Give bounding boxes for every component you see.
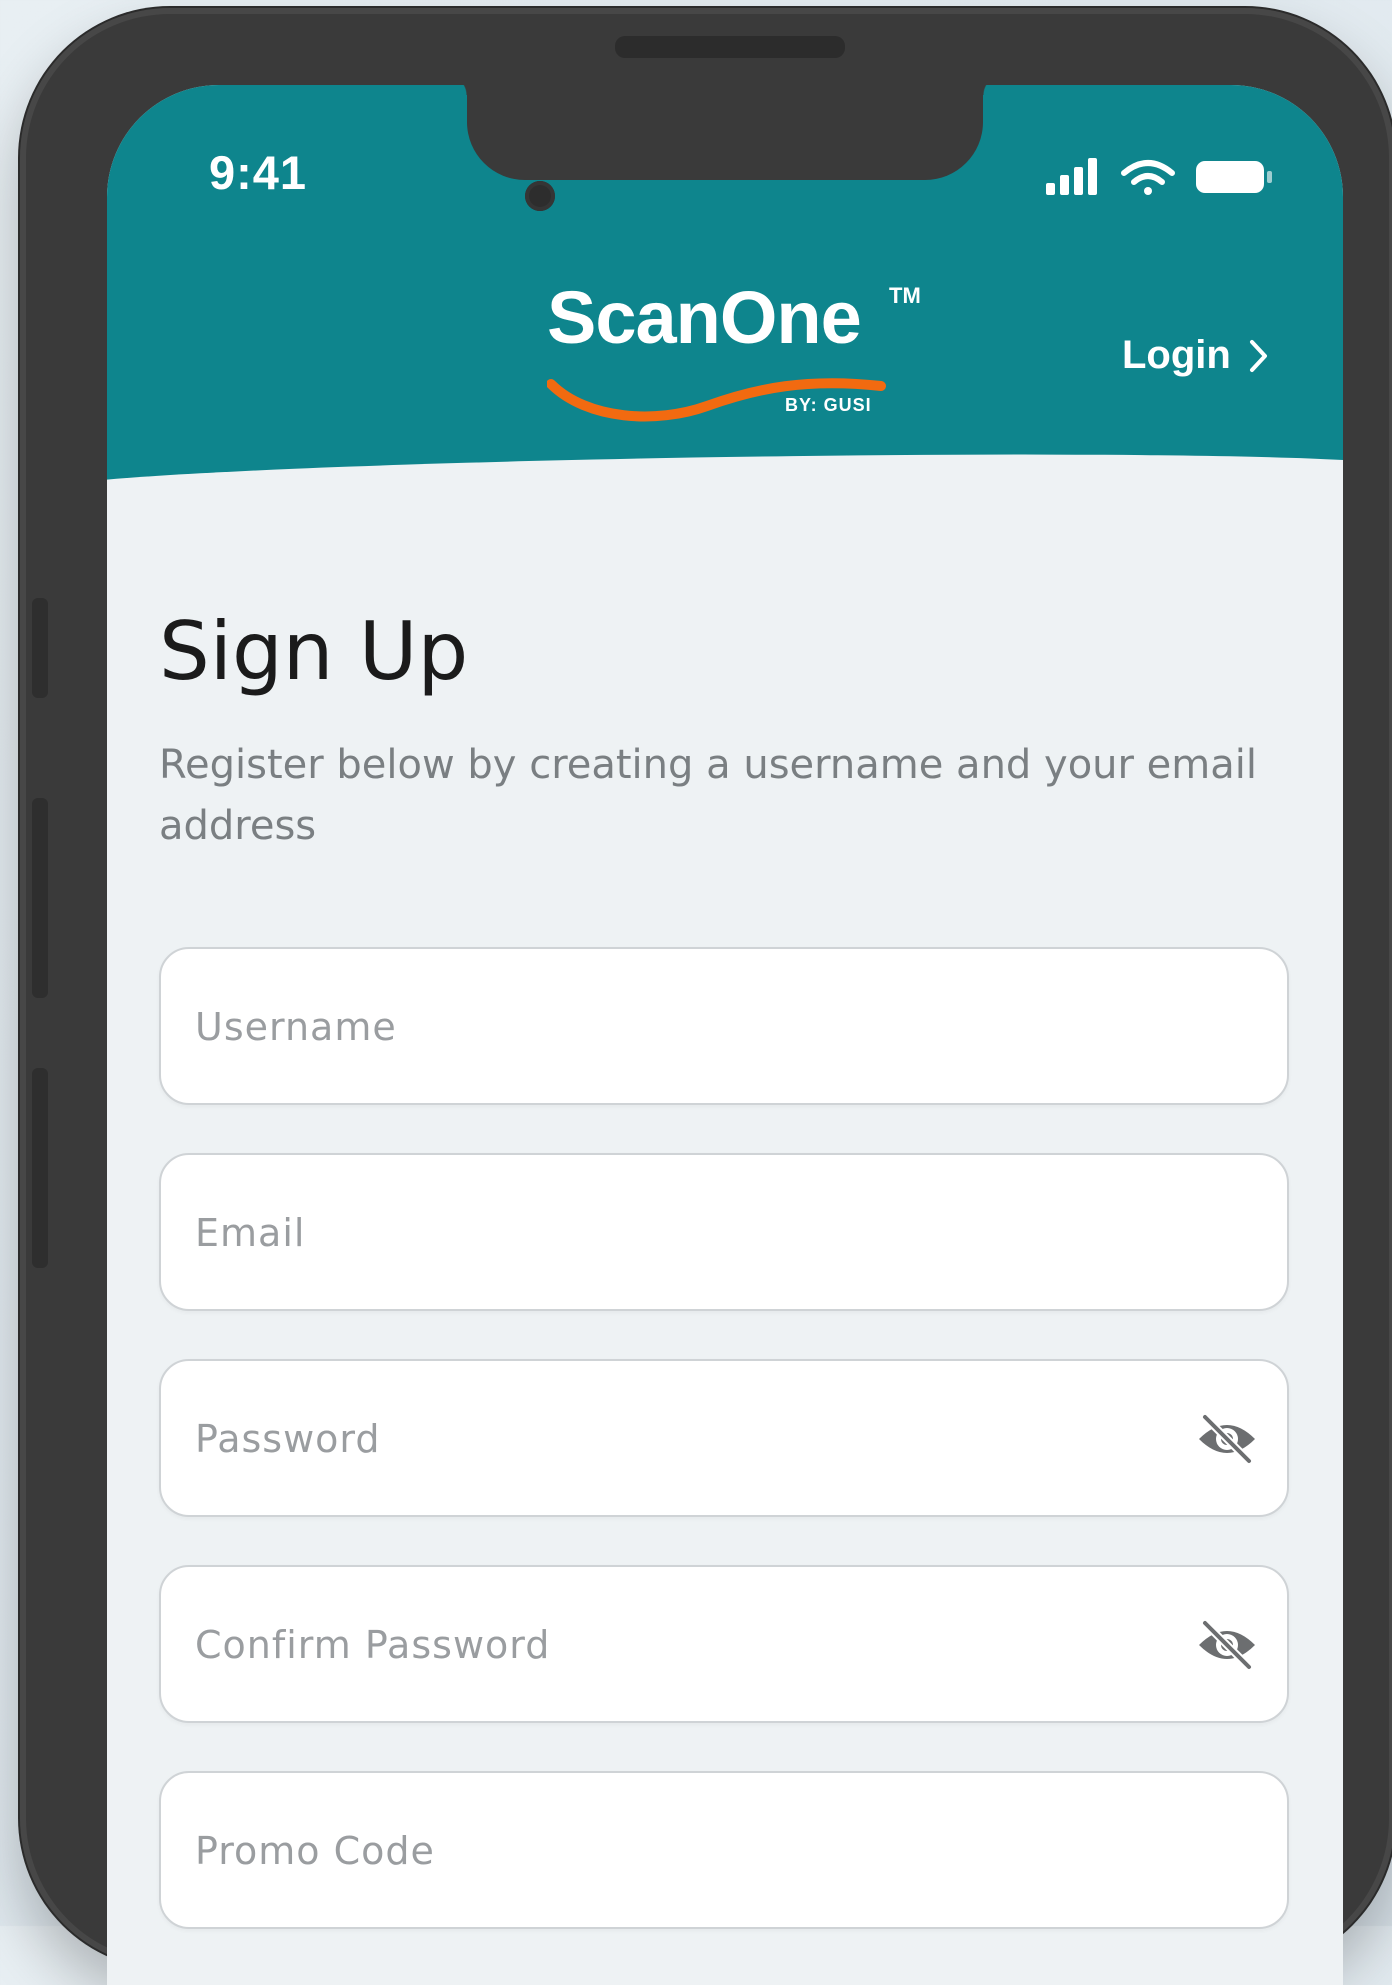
scanone-logo: ScanOne TM BY: GUSI [547,275,927,445]
email-field [159,1153,1289,1311]
camera-icon [525,181,555,211]
page-title: Sign Up [159,605,469,698]
phone-speaker-bar [615,36,845,58]
phone-frame: 9:41 ScanOne TM BY: GUSI Login Sign Up R… [20,8,1392,1985]
password-input[interactable] [193,1361,1147,1517]
status-icons [1046,158,1272,195]
side-button-volume-up [32,798,48,998]
confirm-password-field [159,1565,1289,1723]
signal-icon [1046,158,1097,195]
eye-off-icon[interactable] [1195,1617,1259,1673]
logo-wordmark: ScanOne [547,276,862,359]
login-label: Login [1122,333,1231,377]
username-input[interactable] [193,949,1147,1105]
promo-code-field [159,1771,1289,1929]
page-subtitle: Register below by creating a username an… [159,742,1257,849]
screen: 9:41 ScanOne TM BY: GUSI Login Sign Up R… [107,85,1343,1985]
promo-code-input[interactable] [193,1773,1147,1929]
username-field [159,947,1289,1105]
eye-off-icon[interactable] [1195,1411,1259,1467]
wifi-icon [1121,160,1175,195]
battery-icon [1196,161,1272,193]
side-button-volume-down [32,1068,48,1268]
email-input[interactable] [193,1155,1147,1311]
chevron-right-icon [1249,339,1267,372]
logo-byline: BY: GUSI [785,395,872,415]
password-field [159,1359,1289,1517]
side-button-mute [32,598,48,698]
notch [447,85,1003,180]
login-link[interactable]: Login [1122,333,1269,378]
confirm-password-input[interactable] [193,1567,1147,1723]
logo-trademark: TM [889,283,921,308]
status-time: 9:41 [209,146,308,199]
